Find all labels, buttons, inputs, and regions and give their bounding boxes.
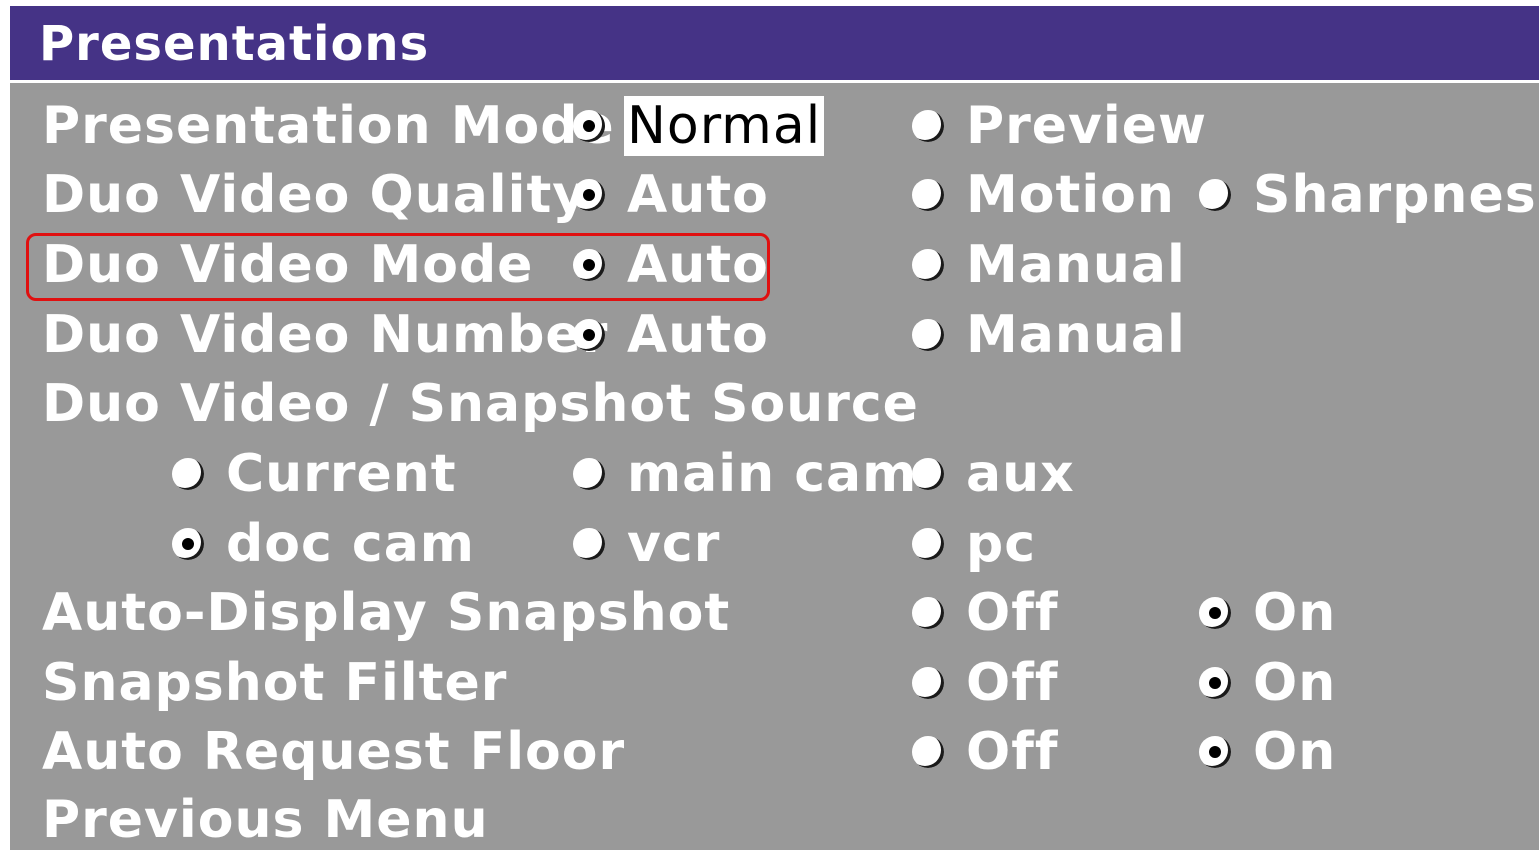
- snapshot-filter-on-radio[interactable]: On: [1199, 653, 1336, 713]
- option-label: On: [1253, 583, 1337, 643]
- radio-icon: [912, 736, 944, 768]
- auto-display-snapshot-on-radio[interactable]: On: [1199, 583, 1336, 643]
- duo-video-quality-auto-radio[interactable]: Auto: [573, 165, 769, 225]
- duo-video-number-label: Duo Video Number: [42, 305, 609, 365]
- radio-selected-icon: [1199, 597, 1231, 629]
- source-vcr-radio[interactable]: vcr: [573, 514, 720, 574]
- option-label: Off: [966, 653, 1059, 713]
- option-label: main cam: [627, 444, 918, 504]
- option-label: Current: [226, 444, 457, 504]
- option-label: On: [1253, 653, 1337, 713]
- radio-selected-icon: [172, 528, 204, 560]
- radio-selected-icon: [573, 319, 605, 351]
- radio-icon: [573, 528, 605, 560]
- radio-icon: [172, 458, 204, 490]
- menu-title: Presentations: [39, 16, 430, 72]
- radio-icon: [912, 597, 944, 629]
- duo-video-number-auto-radio[interactable]: Auto: [573, 305, 769, 365]
- source-main-cam-radio[interactable]: main cam: [573, 444, 917, 504]
- option-label: aux: [966, 444, 1075, 504]
- presentation-mode-preview-radio[interactable]: Preview: [912, 96, 1207, 156]
- radio-icon: [912, 110, 944, 142]
- snapshot-filter-off-radio[interactable]: Off: [912, 653, 1058, 713]
- duo-video-mode-highlight-box: [26, 233, 770, 301]
- auto-request-floor-label: Auto Request Floor: [42, 722, 626, 782]
- previous-menu-item[interactable]: Previous Menu: [42, 790, 489, 850]
- radio-selected-icon: [573, 179, 605, 211]
- option-label: Normal: [624, 96, 825, 156]
- source-aux-radio[interactable]: aux: [912, 444, 1075, 504]
- duo-video-quality-sharpness-radio[interactable]: Sharpness: [1199, 165, 1539, 225]
- radio-selected-icon: [1199, 736, 1231, 768]
- radio-icon: [573, 458, 605, 490]
- source-label: Duo Video / Snapshot Source: [42, 374, 919, 434]
- option-label: Off: [966, 583, 1059, 643]
- duo-video-mode-manual-radio[interactable]: Manual: [912, 235, 1186, 295]
- duo-video-quality-label: Duo Video Quality: [42, 165, 588, 225]
- radio-icon: [912, 458, 944, 490]
- auto-request-floor-off-radio[interactable]: Off: [912, 722, 1058, 782]
- option-label: Motion: [966, 165, 1175, 225]
- source-doc-cam-radio[interactable]: doc cam: [172, 514, 475, 574]
- option-label: Preview: [966, 96, 1208, 156]
- option-label: pc: [966, 514, 1037, 574]
- presentation-mode-normal-radio[interactable]: Normal: [573, 96, 825, 156]
- option-label: Manual: [966, 305, 1186, 365]
- option-label: doc cam: [226, 514, 475, 574]
- option-label: Auto: [627, 165, 769, 225]
- auto-display-snapshot-label: Auto-Display Snapshot: [42, 583, 731, 643]
- option-label: Sharpness: [1253, 165, 1539, 225]
- radio-selected-icon: [1199, 667, 1231, 699]
- source-pc-radio[interactable]: pc: [912, 514, 1036, 574]
- radio-icon: [912, 667, 944, 699]
- radio-icon: [1199, 179, 1231, 211]
- radio-icon: [912, 249, 944, 281]
- option-label: On: [1253, 722, 1337, 782]
- source-current-radio[interactable]: Current: [172, 444, 457, 504]
- snapshot-filter-label: Snapshot Filter: [42, 653, 508, 713]
- presentation-mode-label: Presentation Mode: [42, 96, 615, 156]
- auto-request-floor-on-radio[interactable]: On: [1199, 722, 1336, 782]
- option-label: Auto: [627, 305, 769, 365]
- option-label: Off: [966, 722, 1059, 782]
- radio-icon: [912, 179, 944, 211]
- radio-icon: [912, 319, 944, 351]
- option-label: Manual: [966, 235, 1186, 295]
- radio-icon: [912, 528, 944, 560]
- duo-video-quality-motion-radio[interactable]: Motion: [912, 165, 1175, 225]
- auto-display-snapshot-off-radio[interactable]: Off: [912, 583, 1058, 643]
- menu-titlebar: Presentations: [10, 6, 1539, 83]
- option-label: vcr: [627, 514, 721, 574]
- radio-selected-icon: [573, 110, 605, 142]
- duo-video-number-manual-radio[interactable]: Manual: [912, 305, 1186, 365]
